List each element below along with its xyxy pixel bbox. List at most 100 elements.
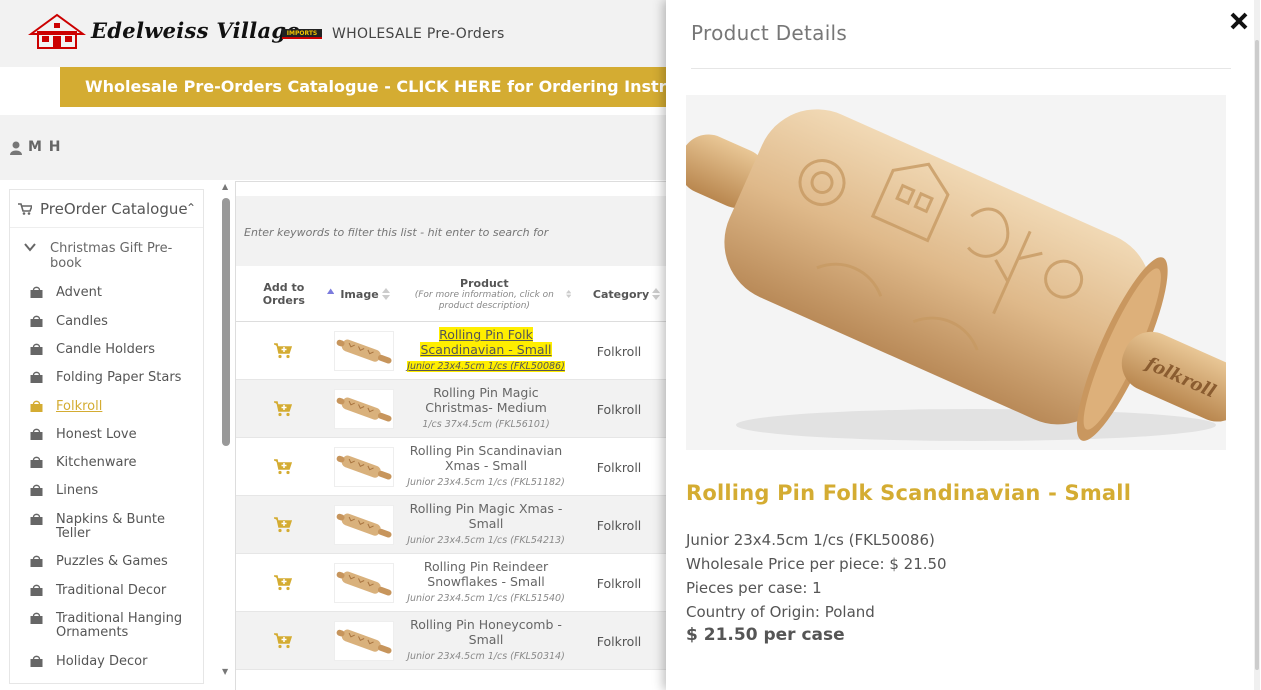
sidebar-item-label: Traditional Decor <box>56 583 167 598</box>
product-category: Folkroll <box>596 344 642 359</box>
logo-house-icon[interactable] <box>28 12 86 50</box>
add-to-cart-icon[interactable] <box>274 343 292 359</box>
sidebar-scrollbar-thumb[interactable] <box>222 198 230 446</box>
product-name-link[interactable]: Rolling Pin Folk Scandinavian - Small <box>406 327 566 357</box>
product-name-link[interactable]: Rolling Pin Honeycomb - Small <box>406 617 566 647</box>
shopping-bag-icon <box>30 286 43 298</box>
add-to-cart-icon[interactable] <box>274 459 292 475</box>
product-name[interactable]: Rolling Pin Magic Xmas - Small <box>410 501 563 531</box>
panel-country: Country of Origin: Poland <box>686 603 875 621</box>
product-table-area: Add to Orders Image Product (For more in… <box>235 181 675 690</box>
panel-pieces-per-case: Pieces per case: 1 <box>686 579 822 597</box>
sidebar-header[interactable]: PreOrder Catalogue ⌃ <box>10 190 203 228</box>
product-description-link[interactable]: Junior 23x4.5cm 1/cs (FKL50086) <box>406 361 566 372</box>
sort-asc-icon[interactable] <box>326 287 334 301</box>
product-description[interactable]: Junior 23x4.5cm 1/cs (FKL51540) <box>407 593 565 604</box>
column-category[interactable]: Category <box>584 266 669 322</box>
product-category: Folkroll <box>596 576 642 591</box>
scroll-up-arrow[interactable]: ▲ <box>222 182 228 191</box>
column-add-to-orders[interactable]: Add to Orders <box>244 266 334 322</box>
logo-text[interactable]: Edelweiss Village <box>91 18 300 43</box>
product-thumbnail[interactable] <box>334 389 394 429</box>
close-icon[interactable] <box>1228 10 1250 32</box>
user-name[interactable]: M H <box>28 139 62 155</box>
product-name-link[interactable]: Rolling Pin Magic Xmas - Small <box>406 501 566 531</box>
product-thumbnail[interactable] <box>334 447 394 487</box>
shopping-bag-icon <box>30 555 43 567</box>
product-name[interactable]: Rolling Pin Scandinavian Xmas - Small <box>410 443 562 473</box>
column-sublabel: (For more information, click on product … <box>414 289 554 311</box>
sidebar-item-label: Candles <box>56 314 108 329</box>
sidebar-group-christmas-gift[interactable]: Christmas Gift Pre-book <box>50 241 180 271</box>
table-row[interactable]: Rolling Pin Scandinavian Xmas - Small Jun… <box>236 438 675 496</box>
product-thumbnail[interactable] <box>334 505 394 545</box>
product-name-link[interactable]: Rolling Pin Magic Christmas- Medium <box>406 385 566 415</box>
sort-icon[interactable] <box>652 287 661 301</box>
product-description-link[interactable]: Junior 23x4.5cm 1/cs (FKL54213) <box>406 535 566 546</box>
product-details-panel: Product Details folkroll Rolling Pin Fol… <box>666 0 1261 690</box>
shopping-bag-icon <box>30 456 43 468</box>
product-name-link[interactable]: Rolling Pin Scandinavian Xmas - Small <box>406 443 566 473</box>
add-to-cart-icon[interactable] <box>274 575 292 591</box>
shopping-bag-icon <box>30 584 43 596</box>
product-thumbnail[interactable] <box>334 331 394 371</box>
product-description[interactable]: Junior 23x4.5cm 1/cs (FKL54213) <box>407 535 565 546</box>
scroll-down-arrow[interactable]: ▼ <box>222 667 228 676</box>
chevron-down-icon[interactable] <box>24 242 36 252</box>
column-product[interactable]: Product (For more information, click on … <box>406 266 571 322</box>
column-label: Add to Orders <box>262 281 305 307</box>
sort-icon[interactable] <box>565 287 571 301</box>
chevron-up-icon[interactable]: ⌃ <box>186 201 196 215</box>
add-to-cart-icon[interactable] <box>274 633 292 649</box>
panel-scrollbar-thumb[interactable] <box>1255 40 1259 670</box>
product-thumbnail[interactable] <box>334 563 394 603</box>
sidebar-item-label: Honest Love <box>56 427 137 442</box>
table-row[interactable]: Rolling Pin Folk Scandinavian - Small Jun… <box>236 322 675 380</box>
sidebar-title: PreOrder Catalogue <box>40 200 188 218</box>
product-name[interactable]: Rolling Pin Reindeer Snowflakes - Small <box>424 559 548 589</box>
product-description[interactable]: Junior 23x4.5cm 1/cs (FKL50086) <box>407 361 565 372</box>
table-row[interactable]: Rolling Pin Honeycomb - Small Junior 23x4… <box>236 612 675 670</box>
column-label: Category <box>592 287 650 301</box>
add-to-cart-icon[interactable] <box>274 401 292 417</box>
product-description-link[interactable]: Junior 23x4.5cm 1/cs (FKL51182) <box>406 477 566 488</box>
shopping-bag-icon <box>30 400 43 412</box>
product-description[interactable]: Junior 23x4.5cm 1/cs (FKL50314) <box>407 651 565 662</box>
user-bar <box>0 115 670 180</box>
product-name[interactable]: Rolling Pin Honeycomb - Small <box>410 617 562 647</box>
shopping-bag-icon <box>30 371 43 383</box>
panel-product-name: Rolling Pin Folk Scandinavian - Small <box>686 481 1132 505</box>
sort-icon[interactable] <box>381 287 390 301</box>
column-label: Product <box>460 276 509 290</box>
table-row[interactable]: Rolling Pin Magic Christmas- Medium 1/cs … <box>236 380 675 438</box>
table-row[interactable]: Rolling Pin Reindeer Snowflakes - Small J… <box>236 554 675 612</box>
sidebar-item-label: Linens <box>56 483 99 498</box>
product-description-link[interactable]: 1/cs 37x4.5cm (FKL56101) <box>406 419 566 430</box>
product-thumbnail[interactable] <box>334 621 394 661</box>
shopping-bag-icon <box>30 513 43 525</box>
panel-size: Junior 23x4.5cm 1/cs (FKL50086) <box>686 531 935 549</box>
table-row[interactable]: Rolling Pin Magic Xmas - Small Junior 23x… <box>236 496 675 554</box>
filter-input[interactable] <box>244 222 549 242</box>
ordering-instructions-banner[interactable]: Wholesale Pre-Orders Catalogue - CLICK H… <box>60 67 760 107</box>
product-description-link[interactable]: Junior 23x4.5cm 1/cs (FKL51540) <box>406 593 566 604</box>
product-description-link[interactable]: Junior 23x4.5cm 1/cs (FKL50314) <box>406 651 566 662</box>
add-to-cart-icon[interactable] <box>274 517 292 533</box>
product-category: Folkroll <box>596 518 642 533</box>
product-category: Folkroll <box>596 634 642 649</box>
divider <box>691 68 1231 69</box>
product-name[interactable]: Rolling Pin Folk Scandinavian - Small <box>420 327 552 357</box>
shopping-bag-icon <box>30 484 43 496</box>
sidebar-item-label: Advent <box>56 285 102 300</box>
product-name-link[interactable]: Rolling Pin Reindeer Snowflakes - Small <box>406 559 566 589</box>
sidebar-item-label: Puzzles & Games <box>56 554 168 569</box>
product-description[interactable]: Junior 23x4.5cm 1/cs (FKL51182) <box>407 477 565 488</box>
logo-imports-badge: IMPORTS <box>282 29 322 39</box>
product-description[interactable]: 1/cs 37x4.5cm (FKL56101) <box>422 419 549 430</box>
column-label: Image <box>340 287 379 301</box>
column-image[interactable]: Image <box>334 266 396 322</box>
product-category: Folkroll <box>596 460 642 475</box>
sidebar-item-label: Folkroll <box>56 399 103 414</box>
shopping-bag-icon <box>30 612 43 624</box>
product-name[interactable]: Rolling Pin Magic Christmas- Medium <box>425 385 547 415</box>
